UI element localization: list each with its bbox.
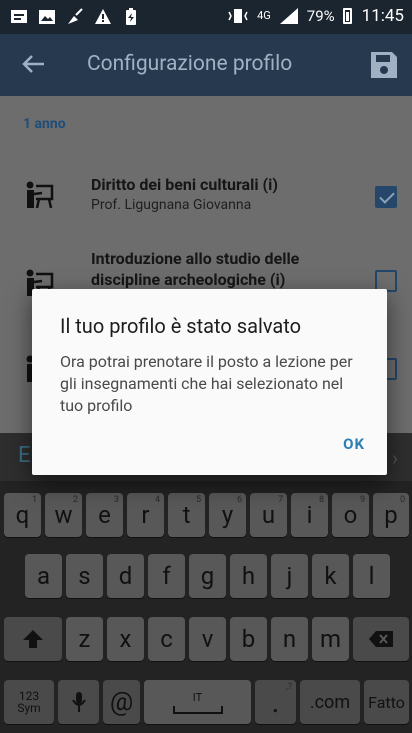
course-professor: Prof. Ligugnana Giovanna <box>91 197 252 213</box>
suggestion-text[interactable]: E <box>18 443 31 468</box>
floppy-disk-icon[interactable] <box>368 49 400 81</box>
key-e[interactable]: 3e <box>86 493 123 537</box>
shift-arrow-icon <box>23 630 43 648</box>
key-c[interactable]: c <box>148 617 185 661</box>
signal-icon <box>279 8 298 24</box>
key-k[interactable]: k <box>312 554 349 598</box>
key-z[interactable]: z <box>66 617 103 661</box>
back-arrow-icon[interactable] <box>18 48 50 80</box>
key-o[interactable]: 9o <box>332 493 369 537</box>
keyboard: 1q 2w 3e 4r 5t 6y 7u 8i 9o 0p a s d f g … <box>0 481 412 733</box>
key-y[interactable]: 6y <box>209 493 246 537</box>
key-w[interactable]: 2w <box>45 493 82 537</box>
key-r[interactable]: 4r <box>127 493 164 537</box>
key-i[interactable]: 8i <box>291 493 328 537</box>
course-checkbox[interactable] <box>375 186 397 208</box>
voice-input-key[interactable] <box>58 680 99 724</box>
broom-icon <box>68 8 83 24</box>
shift-key[interactable] <box>4 617 62 661</box>
dialog-message: Ora potrai prenotare il posto a lezione … <box>60 352 353 415</box>
dotcom-key[interactable]: .com <box>300 680 360 724</box>
language-label: IT <box>192 690 203 704</box>
suggestion-expand-icon[interactable]: › <box>392 446 398 470</box>
key-n[interactable]: n <box>271 617 308 661</box>
key-h[interactable]: h <box>230 554 267 598</box>
done-key[interactable]: Fatto <box>364 680 409 724</box>
year-section-label: 1 anno <box>23 116 66 132</box>
status-right: 4G 79% 11:45 <box>227 6 404 26</box>
key-j[interactable]: j <box>271 554 308 598</box>
warning-icon <box>95 9 111 24</box>
key-f[interactable]: f <box>148 554 185 598</box>
vibrate-icon <box>228 9 248 23</box>
image-icon <box>39 10 55 24</box>
key-t[interactable]: 5t <box>168 493 205 537</box>
ok-button[interactable]: OK <box>343 435 365 453</box>
battery-percent: 79% <box>306 7 335 25</box>
key-d[interactable]: d <box>107 554 144 598</box>
key-l[interactable]: l <box>353 554 390 598</box>
battery-saver-icon <box>126 8 136 25</box>
key-v[interactable]: v <box>189 617 226 661</box>
key-m[interactable]: m <box>312 617 349 661</box>
backspace-key[interactable] <box>353 617 409 661</box>
app-bar: Configurazione profilo <box>0 34 412 96</box>
key-g[interactable]: g <box>189 554 226 598</box>
key-s[interactable]: s <box>66 554 103 598</box>
battery-icon <box>342 8 352 24</box>
course-title: Introduzione allo studio delle disciplin… <box>91 249 300 289</box>
clock: 11:45 <box>361 6 404 26</box>
course-item[interactable]: Diritto dei beni culturali (i) Prof. Lig… <box>0 166 412 226</box>
message-icon <box>11 10 27 23</box>
status-bar: 4G 79% 11:45 <box>0 0 412 34</box>
key-b[interactable]: b <box>230 617 267 661</box>
key-p[interactable]: 0p <box>373 493 409 537</box>
profile-saved-dialog: Il tuo profilo è stato salvato Ora potra… <box>32 289 387 475</box>
key-u[interactable]: 7u <box>250 493 287 537</box>
backspace-icon <box>369 631 393 647</box>
network-type: 4G <box>257 9 271 22</box>
course-title: Diritto dei beni culturali (i) <box>91 175 278 194</box>
at-key[interactable]: @ <box>103 680 140 724</box>
symbols-key[interactable]: 123 Sym <box>4 680 54 724</box>
dialog-title: Il tuo profilo è stato salvato <box>60 314 301 338</box>
key-q[interactable]: 1q <box>4 493 41 537</box>
page-title: Configurazione profilo <box>87 52 293 76</box>
teacher-icon <box>26 181 54 209</box>
period-key[interactable]: ,?. <box>255 680 296 724</box>
key-x[interactable]: x <box>107 617 144 661</box>
space-key[interactable]: IT <box>144 680 251 724</box>
microphone-icon <box>71 692 86 712</box>
status-left-icons <box>10 8 140 26</box>
key-a[interactable]: a <box>25 554 62 598</box>
